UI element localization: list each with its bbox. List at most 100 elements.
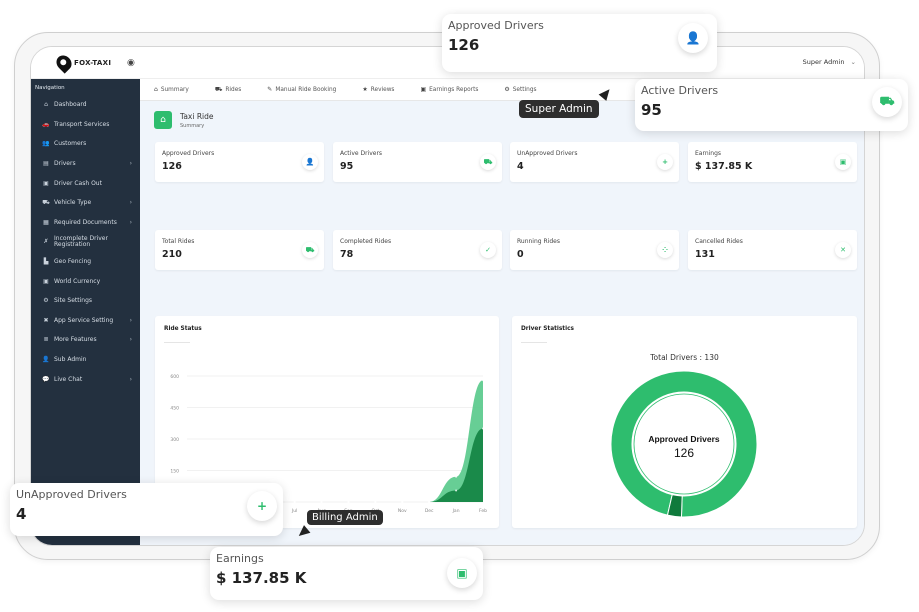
tab-label: Manual Ride Booking — [275, 86, 337, 93]
overlay-value: 126 — [448, 36, 480, 54]
data-point — [347, 501, 350, 503]
overlay-label: Approved Drivers — [448, 19, 544, 32]
shipping-fast-icon: ⛟ — [872, 87, 902, 117]
sidebar-item-more-features[interactable]: ≣ More Features › — [31, 330, 140, 350]
edit-icon: ✎ — [267, 86, 273, 93]
tab-manual-ride-booking[interactable]: ✎ Manual Ride Booking — [267, 86, 336, 93]
star-icon: ★ — [362, 86, 368, 93]
sidebar-item-transport-services[interactable]: 🚗 Transport Services — [31, 115, 140, 135]
tab-reviews[interactable]: ★ Reviews — [362, 86, 394, 93]
tab-label: Reviews — [370, 86, 395, 93]
sidebar-item-label: Live Chat — [54, 375, 83, 383]
sidebar-item-label: App Service Setting — [54, 316, 114, 324]
unapproved-drivers-overlay: UnApproved Drivers 4 + — [10, 483, 283, 536]
page-header: ⌂ Taxi Ride Summary — [154, 111, 214, 129]
sidebar: Navigation ⌂ Dashboard 🚗 Transport Servic… — [31, 79, 140, 545]
approved-drivers-overlay: Approved Drivers 126 👤 — [442, 14, 717, 72]
user-tie-icon: 👤 — [678, 23, 708, 53]
money-bill-icon: ▣ — [835, 154, 851, 170]
x-tick-label: Feb — [479, 508, 487, 514]
sidebar-item-dashboard[interactable]: ⌂ Dashboard — [31, 95, 140, 115]
car-icon: ⛟ — [214, 85, 223, 93]
comments-icon: 💬 — [42, 375, 50, 383]
data-point — [401, 501, 404, 503]
sidebar-item-driver-cash-out[interactable]: ▣ Driver Cash Out — [31, 173, 140, 193]
logo[interactable]: FOX-TAXI — [53, 52, 112, 74]
stat-card-completed-rides[interactable]: Completed Rides 78 ✓ — [333, 230, 502, 270]
sidebar-item-live-chat[interactable]: 💬 Live Chat › — [31, 369, 140, 389]
sidebar-item-site-settings[interactable]: ⚙ Site Settings — [31, 291, 140, 311]
sidebar-item-app-service-setting[interactable]: ✖ App Service Setting › — [31, 311, 140, 331]
car-icon: ⛟ — [302, 242, 318, 258]
sidebar-item-label: Sub Admin — [54, 356, 87, 364]
sidebar-item-customers[interactable]: 👥 Customers — [31, 134, 140, 154]
stat-value: 126 — [162, 161, 182, 172]
tab-earnings-reports[interactable]: ▣ Earnings Reports — [420, 86, 478, 93]
data-point — [455, 475, 458, 478]
stat-value: 131 — [695, 249, 715, 260]
money-icon: ▣ — [420, 86, 427, 93]
sidebar-item-label: More Features — [54, 336, 97, 344]
chevron-right-icon: › — [129, 218, 132, 226]
sidebar-item-incomplete-driver-registration[interactable]: ✗ Incomplete Driver Registration — [31, 232, 140, 252]
sidebar-item-sub-admin[interactable]: 👤 Sub Admin — [31, 350, 140, 370]
data-point — [293, 501, 296, 503]
stat-card-running-rides[interactable]: Running Rides 0 ⁘ — [510, 230, 679, 270]
stat-card-approved-drivers[interactable]: Approved Drivers 126 👤 — [155, 142, 324, 182]
stat-card-active-drivers[interactable]: Active Drivers 95 ⛟ — [333, 142, 502, 182]
chevron-right-icon: › — [129, 199, 132, 207]
x-tick-label: Jul — [291, 508, 297, 514]
stat-value: 210 — [162, 249, 182, 260]
donut-inner-ring — [633, 393, 735, 495]
overlay-value: 95 — [641, 101, 662, 119]
stat-label: Approved Drivers — [162, 150, 215, 157]
sidebar-item-label: Customers — [54, 140, 87, 148]
stat-label: Total Rides — [162, 238, 195, 245]
tab-summary[interactable]: ⌂ Summary — [154, 86, 189, 93]
user-cog-icon: 👤 — [42, 356, 50, 364]
stat-label: Active Drivers — [340, 150, 383, 157]
sidebar-item-label: Transport Services — [54, 120, 110, 128]
eye-icon[interactable]: ◉ — [127, 58, 135, 68]
user-plus-icon: + — [247, 491, 277, 521]
earnings-overlay: Earnings $ 137.85 K ▣ — [210, 547, 483, 600]
chart-area-icon: ▙ — [43, 258, 49, 266]
stat-card-total-rides[interactable]: Total Rides 210 ⛟ — [155, 230, 324, 270]
y-tick-label: 450 — [170, 406, 179, 412]
car-front-icon: ⛟ — [42, 198, 50, 206]
stat-value: 95 — [340, 161, 354, 172]
sidebar-item-required-documents[interactable]: ▦ Required Documents › — [31, 213, 140, 233]
x-tick-label: Jan — [452, 508, 460, 514]
chevron-down-icon: ⌄ — [850, 58, 856, 66]
data-point — [482, 427, 484, 430]
sidebar-item-label: World Currency — [54, 277, 101, 285]
super-admin-tooltip: Super Admin — [519, 100, 599, 118]
sidebar-item-label: Vehicle Type — [54, 199, 92, 207]
page-title: Taxi Ride — [180, 111, 214, 121]
tab-settings[interactable]: ⚙ Settings — [504, 86, 536, 93]
x-tick-label: Nov — [398, 508, 407, 514]
user-plus-icon: + — [657, 154, 673, 170]
data-point — [320, 501, 323, 503]
active-drivers-overlay: Active Drivers 95 ⛟ — [635, 79, 908, 131]
gear-icon: ⚙ — [504, 86, 510, 93]
sidebar-item-vehicle-type[interactable]: ⛟ Vehicle Type › — [31, 193, 140, 213]
sidebar-item-drivers[interactable]: ▤ Drivers › — [31, 154, 140, 174]
cogs-icon: ⚙ — [43, 297, 49, 305]
overlay-label: Active Drivers — [641, 84, 719, 97]
user-tie-icon: 👤 — [302, 154, 318, 170]
overlay-label: UnApproved Drivers — [16, 488, 127, 501]
stat-value: 4 — [517, 161, 524, 172]
stat-card-earnings[interactable]: Earnings $ 137.85 K ▣ — [688, 142, 857, 182]
user-menu[interactable]: Super Admin ⌄ — [803, 58, 856, 66]
stat-card-cancelled-rides[interactable]: Cancelled Rides 131 ✕ — [688, 230, 857, 270]
home-icon: ⌂ — [44, 101, 48, 109]
main-content: ⌂ Taxi Ride Summary Approved Drivers 126… — [140, 101, 864, 545]
sidebar-item-geo-fencing[interactable]: ▙ Geo Fencing — [31, 252, 140, 272]
stat-card-unapproved-drivers[interactable]: UnApproved Drivers 4 + — [510, 142, 679, 182]
tab-label: Summary — [160, 86, 189, 93]
tab-rides[interactable]: ⛟ Rides — [215, 86, 241, 94]
sidebar-item-world-currency[interactable]: ▣ World Currency — [31, 271, 140, 291]
logo-text: FOX-TAXI — [74, 59, 112, 67]
tab-label: Earnings Reports — [429, 86, 479, 93]
